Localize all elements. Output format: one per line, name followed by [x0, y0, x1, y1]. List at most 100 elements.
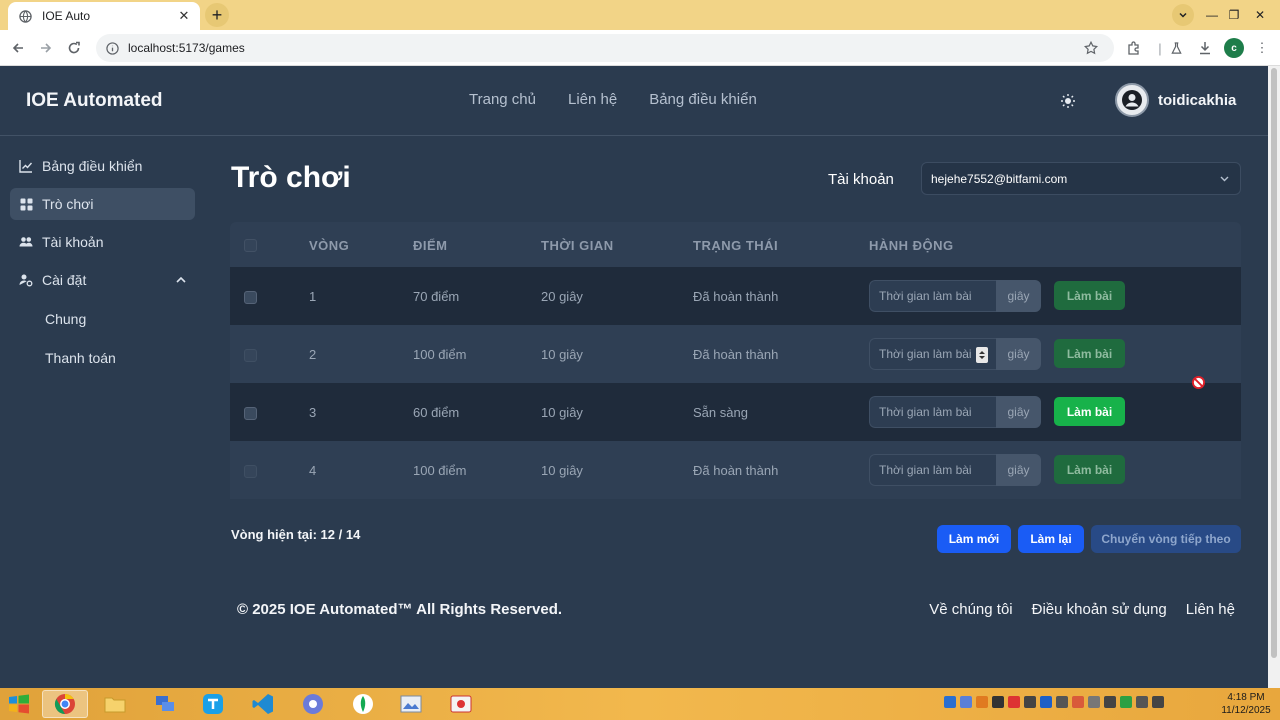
bookmark-star-icon[interactable]	[1082, 39, 1100, 57]
cell-score: 100 điểm	[413, 347, 467, 362]
footer-link-about[interactable]: Về chúng tôi	[929, 601, 1012, 618]
redo-button[interactable]: Làm lại	[1018, 525, 1084, 553]
minimize-icon[interactable]: —	[1200, 0, 1224, 30]
sidebar-subitem-general[interactable]: Chung	[45, 311, 86, 327]
sidebar-item-games[interactable]: Trò chơi	[10, 188, 195, 220]
cell-round: 2	[309, 347, 317, 362]
tray-notification-icon[interactable]	[1072, 696, 1084, 708]
do-round-button[interactable]: Làm bài	[1054, 397, 1125, 426]
column-header-time: THỜI GIAN	[541, 238, 614, 253]
footer-link-contact[interactable]: Liên hệ	[1186, 601, 1235, 618]
theme-toggle-sun-icon[interactable]	[1058, 91, 1078, 111]
app-root: IOE Automated Trang chủ Liên hệ Bảng điề…	[0, 66, 1268, 688]
row-checkbox[interactable]	[244, 291, 257, 304]
duration-unit: giây	[996, 280, 1041, 312]
browser-tab[interactable]: IOE Auto ✕	[8, 2, 200, 30]
footer-link-terms[interactable]: Điều khoản sử dụng	[1032, 601, 1167, 618]
taskbar-explorer-icon[interactable]	[92, 690, 138, 718]
duration-input[interactable]: Thời gian làm bài	[869, 280, 996, 312]
tray-grid-icon[interactable]	[992, 696, 1004, 708]
brand-logo-text[interactable]: IOE Automated	[26, 90, 163, 112]
download-icon[interactable]	[1195, 38, 1215, 58]
user-menu[interactable]: toidicakhia	[1115, 83, 1236, 117]
url-text: localhost:5173/games	[128, 41, 245, 55]
restore-icon[interactable]: ❐	[1222, 0, 1246, 30]
tray-shield-icon[interactable]	[1120, 696, 1132, 708]
taskbar-t-app-icon[interactable]	[190, 690, 236, 718]
taskbar-discord-icon[interactable]	[290, 690, 336, 718]
number-spinner-icon[interactable]	[976, 347, 988, 363]
nav-home[interactable]: Trang chủ	[469, 91, 536, 108]
tray-wifi-icon[interactable]	[1104, 696, 1116, 708]
row-checkbox[interactable]	[244, 465, 257, 478]
do-round-button[interactable]: Làm bài	[1054, 455, 1125, 484]
chevron-down-icon[interactable]	[1172, 4, 1194, 26]
forward-icon[interactable]	[36, 38, 56, 58]
reload-icon[interactable]	[64, 38, 84, 58]
nav-dashboard[interactable]: Bảng điều khiển	[649, 91, 757, 108]
sidebar-item-settings[interactable]: Cài đặt	[10, 264, 195, 296]
extensions-icon[interactable]	[1124, 38, 1144, 58]
sidebar-subitem-billing[interactable]: Thanh toán	[45, 350, 116, 366]
chevron-up-icon[interactable]	[175, 273, 187, 289]
back-icon[interactable]	[8, 38, 28, 58]
tray-discord-icon[interactable]	[960, 696, 972, 708]
tray-volume-icon[interactable]	[1152, 696, 1164, 708]
scrollbar-thumb[interactable]	[1271, 68, 1277, 658]
tray-usb-icon[interactable]	[1088, 696, 1100, 708]
duration-input-group: Thời gian làm bài giây	[869, 396, 1041, 428]
cell-score: 60 điểm	[413, 405, 460, 420]
system-tray[interactable]	[944, 696, 1164, 708]
row-checkbox[interactable]	[244, 349, 257, 362]
tray-keyboard-icon[interactable]	[1024, 696, 1036, 708]
next-round-button[interactable]: Chuyển vòng tiếp theo	[1091, 525, 1241, 553]
labs-flask-icon[interactable]	[1166, 38, 1186, 58]
windows-start-icon[interactable]	[8, 694, 30, 714]
do-round-button[interactable]: Làm bài	[1054, 281, 1125, 310]
cell-status: Đã hoàn thành	[693, 289, 779, 304]
site-info-icon[interactable]	[104, 40, 120, 56]
tray-app-icon[interactable]	[944, 696, 956, 708]
do-round-button[interactable]: Làm bài	[1054, 339, 1125, 368]
username: toidicakhia	[1158, 91, 1237, 109]
cell-round: 3	[309, 405, 317, 420]
sidebar-item-label: Cài đặt	[42, 272, 87, 288]
taskbar-vscode-icon[interactable]	[240, 690, 286, 718]
duration-input-group: Thời gian làm bài giây	[869, 338, 1041, 370]
duration-input[interactable]: Thời gian làm bài	[869, 338, 996, 370]
refresh-button[interactable]: Làm mới	[937, 525, 1011, 553]
row-checkbox[interactable]	[244, 407, 257, 420]
tray-battery-icon[interactable]	[1136, 696, 1148, 708]
sidebar-item-accounts[interactable]: Tài khoản	[10, 226, 195, 258]
taskbar-clock[interactable]: 4:18 PM 11/12/2025	[1220, 691, 1272, 717]
table-row: 3 60 điểm 10 giây Sẵn sàng Thời gian làm…	[230, 383, 1241, 441]
tray-vpn-icon[interactable]	[1040, 696, 1052, 708]
sidebar-item-dashboard[interactable]: Bảng điều khiển	[10, 150, 195, 182]
profile-avatar-icon[interactable]: c	[1224, 38, 1244, 58]
new-tab-button[interactable]: +	[205, 3, 229, 27]
taskbar-image-viewer-icon[interactable]	[388, 690, 434, 718]
duration-input[interactable]: Thời gian làm bài	[869, 454, 996, 486]
account-select[interactable]: hejehe7552@bitfami.com	[921, 162, 1241, 195]
select-all-checkbox[interactable]	[244, 239, 257, 252]
url-input[interactable]: localhost:5173/games	[96, 34, 1114, 62]
tray-search-icon[interactable]	[976, 696, 988, 708]
address-bar: localhost:5173/games | c ⋮	[0, 30, 1280, 66]
tray-language-icon[interactable]	[1056, 696, 1068, 708]
close-window-icon[interactable]: ✕	[1246, 0, 1274, 30]
close-tab-icon[interactable]: ✕	[176, 8, 192, 24]
cell-time: 10 giây	[541, 347, 583, 362]
taskbar-chrome-icon[interactable]	[42, 690, 88, 718]
table-row: 1 70 điểm 20 giây Đã hoàn thành Thời gia…	[230, 267, 1241, 325]
taskbar-record-icon[interactable]	[438, 690, 484, 718]
browser-tab-bar: IOE Auto ✕ + — ❐ ✕	[0, 0, 1280, 30]
tray-record-icon[interactable]	[1008, 696, 1020, 708]
menu-kebab-icon[interactable]: ⋮	[1252, 38, 1272, 58]
page-scrollbar[interactable]	[1268, 66, 1280, 688]
sidebar-item-label: Tài khoản	[42, 234, 104, 250]
taskbar-mongodb-icon[interactable]	[340, 690, 386, 718]
nav-contact[interactable]: Liên hệ	[568, 91, 617, 108]
duration-input[interactable]: Thời gian làm bài	[869, 396, 996, 428]
column-header-round: VÒNG	[309, 238, 350, 253]
taskbar-network-icon[interactable]	[142, 690, 188, 718]
